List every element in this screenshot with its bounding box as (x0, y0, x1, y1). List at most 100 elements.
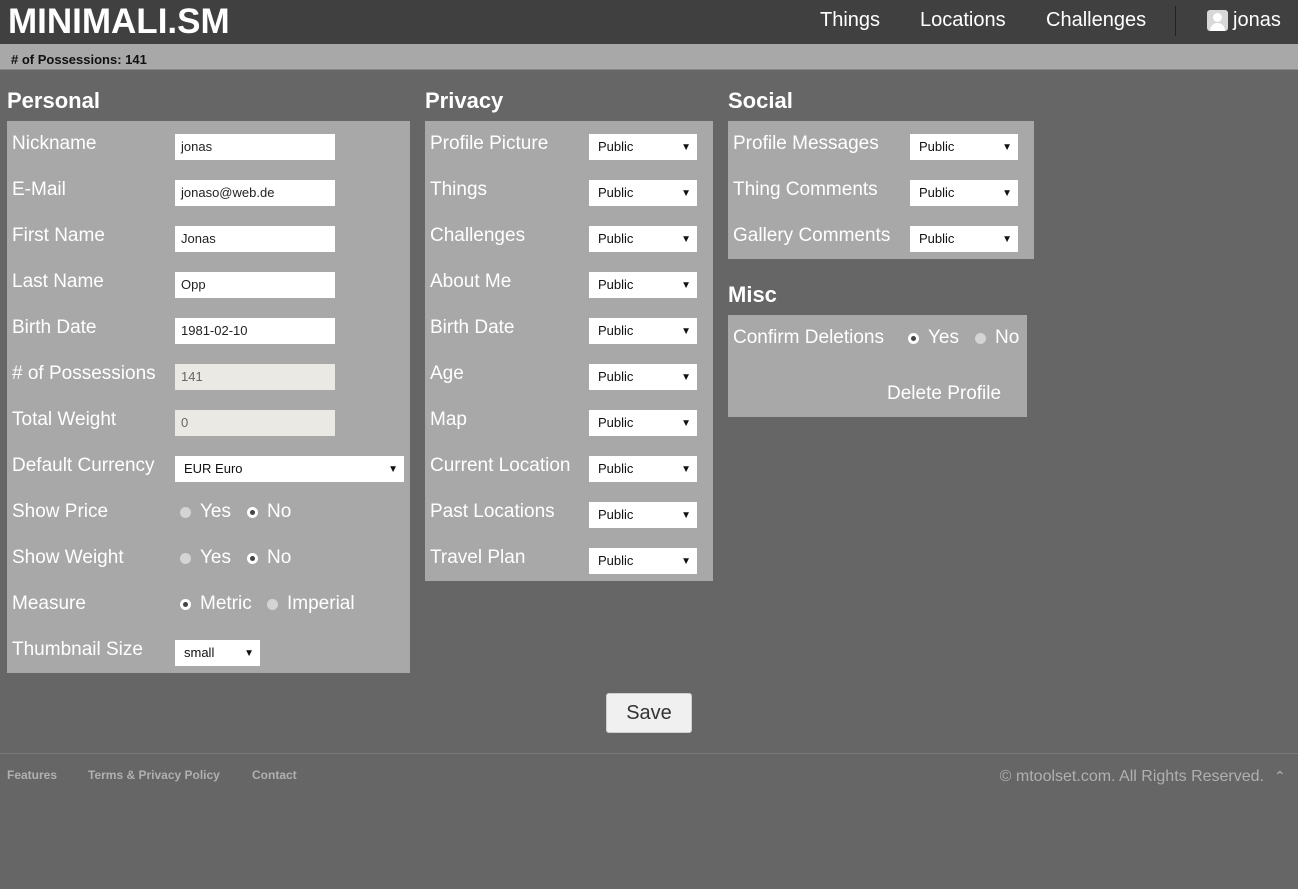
personal-title: Personal (7, 88, 100, 113)
nav-things[interactable]: Things (820, 8, 880, 32)
privacy-about-me-value: Public (598, 277, 634, 292)
first-name-input[interactable]: Jonas (175, 226, 335, 252)
privacy-age-value: Public (598, 369, 634, 384)
last-name-label: Last Name (12, 271, 104, 292)
confirm-no-radio[interactable] (975, 333, 986, 344)
privacy-about-me-select[interactable]: Public ▼ (589, 272, 697, 298)
possessions-label: # of Possessions (12, 363, 156, 384)
social-thing-comments-label: Thing Comments (733, 179, 878, 200)
privacy-map-select[interactable]: Public ▼ (589, 410, 697, 436)
privacy-map-label: Map (430, 409, 467, 430)
privacy-challenges-value: Public (598, 231, 634, 246)
privacy-things-label: Things (430, 179, 488, 200)
birth-date-input[interactable]: 1981-02-10 (175, 318, 335, 344)
privacy-map-value: Public (598, 415, 634, 430)
social-gallery-comments-value: Public (919, 231, 955, 246)
show-price-yes-radio[interactable] (180, 507, 191, 518)
privacy-past-locations-label: Past Locations (430, 501, 555, 522)
delete-profile-link[interactable]: Delete Profile (887, 382, 1001, 406)
confirm-yes-radio[interactable] (908, 333, 919, 344)
first-name-label: First Name (12, 225, 105, 246)
chevron-down-icon: ▼ (244, 648, 254, 659)
chevron-down-icon: ▼ (681, 234, 691, 245)
confirm-yes-label: Yes (928, 327, 959, 348)
measure-label: Measure (12, 593, 86, 614)
social-profile-messages-value: Public (919, 139, 955, 154)
chevron-down-icon: ▼ (1002, 234, 1012, 245)
privacy-things-select[interactable]: Public ▼ (589, 180, 697, 206)
chevron-up-icon[interactable]: ⌃ (1274, 769, 1286, 783)
chevron-down-icon: ▼ (681, 464, 691, 475)
show-price-no-radio[interactable] (247, 507, 258, 518)
total-weight-label: Total Weight (12, 409, 117, 430)
chevron-down-icon: ▼ (1002, 142, 1012, 153)
nav-locations[interactable]: Locations (920, 8, 1006, 32)
nav-challenges[interactable]: Challenges (1046, 8, 1146, 32)
privacy-about-me-label: About Me (430, 271, 512, 292)
privacy-profile-picture-select[interactable]: Public ▼ (589, 134, 697, 160)
total-weight-field: 0 (175, 410, 335, 436)
status-bar: # of Possessions: 141 (0, 44, 1298, 70)
show-price-label: Show Price (12, 501, 109, 522)
footer-terms-link[interactable]: Terms & Privacy Policy (88, 768, 220, 782)
user-avatar-icon[interactable] (1207, 10, 1228, 31)
social-thing-comments-select[interactable]: Public ▼ (910, 180, 1018, 206)
privacy-past-locations-value: Public (598, 507, 634, 522)
nav-user-name[interactable]: jonas (1233, 8, 1281, 32)
privacy-title: Privacy (425, 88, 504, 113)
show-price-yes-label: Yes (200, 501, 231, 522)
currency-label: Default Currency (12, 455, 155, 476)
nickname-label: Nickname (12, 133, 97, 154)
chevron-down-icon: ▼ (681, 372, 691, 383)
nav-divider (1175, 6, 1176, 36)
privacy-current-location-value: Public (598, 461, 634, 476)
privacy-profile-picture-label: Profile Picture (430, 133, 549, 154)
privacy-things-value: Public (598, 185, 634, 200)
social-profile-messages-label: Profile Messages (733, 133, 879, 154)
measure-imperial-radio[interactable] (267, 599, 278, 610)
nickname-input[interactable]: jonas (175, 134, 335, 160)
privacy-challenges-label: Challenges (430, 225, 526, 246)
save-button[interactable]: Save (606, 693, 692, 733)
privacy-birth-date-select[interactable]: Public ▼ (589, 318, 697, 344)
logo[interactable]: MINIMALI.SM (8, 2, 230, 42)
possessions-count: # of Possessions: 141 (11, 52, 147, 67)
chevron-down-icon: ▼ (681, 188, 691, 199)
email-label: E-Mail (12, 179, 66, 200)
measure-imperial-label: Imperial (287, 593, 355, 614)
show-weight-label: Show Weight (12, 547, 124, 568)
privacy-birth-date-label: Birth Date (430, 317, 515, 338)
privacy-travel-plan-select[interactable]: Public ▼ (589, 548, 697, 574)
copyright-text: © mtoolset.com. All Rights Reserved. (999, 768, 1264, 785)
social-gallery-comments-select[interactable]: Public ▼ (910, 226, 1018, 252)
chevron-down-icon: ▼ (681, 418, 691, 429)
show-price-no-label: No (267, 501, 292, 522)
last-name-input[interactable]: Opp (175, 272, 335, 298)
thumbnail-value: small (184, 645, 215, 660)
possessions-field: 141 (175, 364, 335, 390)
thumbnail-select[interactable]: small ▼ (175, 640, 260, 666)
show-weight-no-radio[interactable] (247, 553, 258, 564)
chevron-down-icon: ▼ (681, 510, 691, 521)
social-title: Social (728, 88, 793, 113)
privacy-past-locations-select[interactable]: Public ▼ (589, 502, 697, 528)
chevron-down-icon: ▼ (681, 556, 691, 567)
social-thing-comments-value: Public (919, 185, 955, 200)
privacy-challenges-select[interactable]: Public ▼ (589, 226, 697, 252)
chevron-down-icon: ▼ (681, 280, 691, 291)
thumbnail-label: Thumbnail Size (12, 639, 143, 660)
misc-title: Misc (728, 282, 777, 307)
privacy-age-select[interactable]: Public ▼ (589, 364, 697, 390)
show-weight-yes-radio[interactable] (180, 553, 191, 564)
privacy-profile-picture-value: Public (598, 139, 634, 154)
privacy-current-location-label: Current Location (430, 455, 571, 476)
email-input[interactable]: jonaso@web.de (175, 180, 335, 206)
privacy-travel-plan-value: Public (598, 553, 634, 568)
social-profile-messages-select[interactable]: Public ▼ (910, 134, 1018, 160)
footer-features-link[interactable]: Features (7, 768, 57, 782)
currency-select[interactable]: EUR Euro ▼ (175, 456, 404, 482)
measure-metric-radio[interactable] (180, 599, 191, 610)
privacy-birth-date-value: Public (598, 323, 634, 338)
footer-contact-link[interactable]: Contact (252, 768, 297, 782)
privacy-current-location-select[interactable]: Public ▼ (589, 456, 697, 482)
